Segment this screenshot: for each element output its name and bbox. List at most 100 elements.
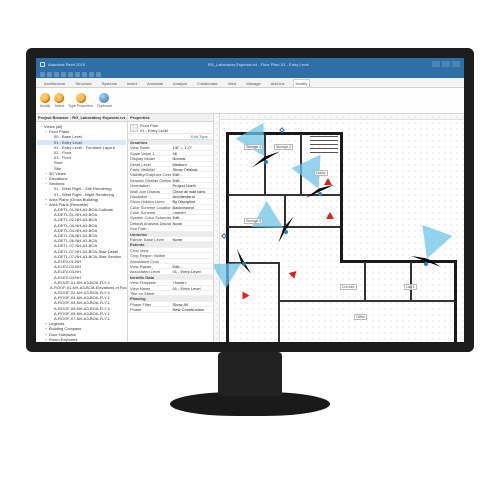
property-value[interactable]: Normal: [171, 156, 214, 160]
room-tag[interactable]: Storage 2: [274, 144, 293, 150]
property-value[interactable]: Edit...: [171, 178, 214, 182]
type-selector[interactable]: Floor Plan 01 - Entry Level: [128, 122, 213, 134]
property-value[interactable]: None: [171, 237, 214, 241]
quick-access-toolbar: [36, 70, 464, 78]
wall-outline: [454, 260, 457, 342]
room-tag[interactable]: Corridor: [340, 284, 357, 290]
close-button[interactable]: [452, 61, 460, 67]
edit-type-button[interactable]: Edit Type...: [191, 134, 211, 139]
properties-grid[interactable]: GraphicsView Scale1/8" = 1'-0"Scale Valu…: [128, 140, 213, 342]
properties-header[interactable]: Properties: [128, 114, 213, 122]
property-value[interactable]: None: [171, 221, 214, 225]
property-section-label: Underlay: [128, 232, 213, 236]
ribbon-tabs: Architecture Structure Systems Insert Annota…: [36, 78, 464, 88]
ribbon-button-label: Select: [54, 104, 64, 108]
project-browser-header[interactable]: Project Browser - RG_Laboratory Especial…: [36, 114, 127, 122]
property-value[interactable]: Medium: [171, 162, 214, 166]
floorplan-icon: [130, 124, 138, 132]
ribbon-tab-systems[interactable]: Systems: [100, 80, 119, 87]
ribbon-tab-architecture[interactable]: Architecture: [42, 80, 67, 87]
fire-alarm-icon[interactable]: [324, 178, 332, 185]
properties-panel[interactable]: Properties Floor Plan 01 - Entry Level E…: [128, 114, 214, 342]
minimize-button[interactable]: [432, 61, 440, 67]
property-value[interactable]: Show All: [171, 302, 214, 306]
property-value[interactable]: Edit...: [171, 264, 214, 268]
property-value[interactable]: [171, 253, 214, 257]
twisty-icon[interactable]: −: [44, 181, 48, 186]
property-value[interactable]: 1/8" = 1'-0": [171, 145, 214, 149]
camera-icon[interactable]: [264, 160, 268, 164]
ribbon-tab-add-ins[interactable]: Add-Ins: [269, 80, 287, 87]
ribbon-tab-analyze[interactable]: Analyze: [171, 80, 189, 87]
qat-button[interactable]: [96, 72, 101, 77]
property-value[interactable]: Edit...: [171, 215, 214, 219]
twisty-icon[interactable]: −: [39, 124, 43, 129]
property-name: Scale Value 1:: [128, 151, 171, 155]
property-value[interactable]: <none>: [171, 210, 214, 214]
ribbon-tab-manage[interactable]: Manage: [244, 80, 262, 87]
monitor-bezel: Autodesk Revit 2019 RG_Laboratory Especi…: [26, 48, 474, 352]
app-window: Autodesk Revit 2019 RG_Laboratory Especi…: [36, 58, 464, 342]
property-value[interactable]: Show Original: [171, 167, 214, 171]
ribbon-button-clipboard[interactable]: Clipboard: [97, 93, 112, 108]
property-value[interactable]: New Construction: [171, 307, 214, 311]
project-browser-panel[interactable]: Project Browser - RG_Laboratory Especial…: [36, 114, 128, 342]
property-value[interactable]: [171, 291, 214, 295]
title-bar[interactable]: Autodesk Revit 2019 RG_Laboratory Especi…: [36, 58, 464, 70]
camera-icon[interactable]: [242, 262, 246, 266]
window-controls: [432, 61, 460, 67]
twisty-icon[interactable]: +: [44, 202, 48, 207]
qat-button[interactable]: [68, 72, 73, 77]
ribbon-button-select[interactable]: Select: [54, 93, 64, 108]
room-tag[interactable]: Storage 3: [244, 218, 263, 224]
property-name: Annotation Crop: [128, 259, 171, 263]
property-value[interactable]: Edit...: [171, 172, 214, 176]
qat-button[interactable]: [75, 72, 80, 77]
property-value[interactable]: 01 - Entry Level: [171, 269, 214, 273]
property-value[interactable]: 01 - Entry Level: [171, 286, 214, 290]
ribbon-tab-structure[interactable]: Structure: [73, 80, 93, 87]
ribbon-button-modify[interactable]: Modify: [40, 93, 50, 108]
project-browser-tree[interactable]: −Views (all)−Floor Plans00 - Base Level0…: [36, 122, 127, 342]
wall-outline: [226, 132, 229, 342]
camera-icon[interactable]: [424, 262, 428, 266]
twisty-icon[interactable]: −: [44, 129, 48, 134]
room-tag[interactable]: Lobby: [314, 170, 328, 176]
property-row[interactable]: PhaseNew Construction: [128, 307, 213, 312]
room-tag[interactable]: Lab 1: [404, 284, 417, 290]
ribbon-tab-view[interactable]: View: [226, 80, 239, 87]
property-value[interactable]: Architectural: [171, 194, 214, 198]
ribbon-tab-modify[interactable]: Modify: [293, 79, 311, 87]
fire-alarm-icon[interactable]: [326, 212, 334, 219]
property-value[interactable]: <None>: [171, 280, 214, 284]
qat-button[interactable]: [47, 72, 52, 77]
property-value[interactable]: [171, 259, 214, 263]
property-value[interactable]: Clean all wall joins: [171, 189, 214, 193]
wall-outline: [340, 132, 343, 262]
property-name: Orientation: [128, 183, 171, 187]
maximize-button[interactable]: [442, 61, 450, 67]
room-tag[interactable]: Office: [354, 314, 367, 320]
property-value[interactable]: Background: [171, 205, 214, 209]
ribbon-tab-insert[interactable]: Insert: [125, 80, 139, 87]
qat-button[interactable]: [82, 72, 87, 77]
ribbon-tab-annotate[interactable]: Annotate: [145, 80, 165, 87]
property-value[interactable]: [171, 248, 214, 252]
property-name: Title on Sheet: [128, 291, 171, 295]
camera-icon[interactable]: [284, 230, 288, 234]
property-value[interactable]: [171, 226, 214, 230]
qat-button[interactable]: [54, 72, 59, 77]
qat-button[interactable]: [40, 72, 45, 77]
ribbon-button-type-properties[interactable]: Type Properties: [68, 93, 93, 108]
property-value[interactable]: Project North: [171, 183, 214, 187]
camera-icon[interactable]: [318, 192, 322, 196]
drawing-canvas[interactable]: Storage 1 Storage 2 Lobby Storage 3 Corridor…: [214, 114, 464, 342]
qat-button[interactable]: [61, 72, 66, 77]
property-value[interactable]: 96: [171, 151, 214, 155]
fire-alarm-icon[interactable]: [243, 292, 250, 300]
property-name: View Range: [128, 264, 171, 268]
property-value[interactable]: By Discipline: [171, 199, 214, 203]
qat-button[interactable]: [89, 72, 94, 77]
ribbon-tab-collaborate[interactable]: Collaborate: [195, 80, 219, 87]
room-tag[interactable]: Storage 1: [244, 144, 263, 150]
